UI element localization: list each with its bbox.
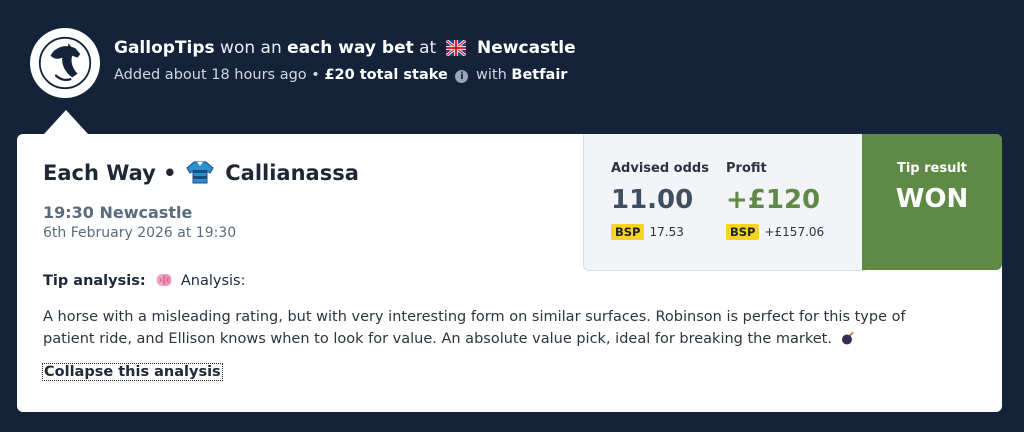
tip-headline: GallopTips won an each way bet at Newcas…	[114, 38, 576, 58]
analysis-text-block: A horse with a misleading rating, but wi…	[43, 306, 943, 350]
collapse-analysis-button[interactable]: Collapse this analysis	[42, 363, 223, 381]
result-value: WON	[895, 184, 969, 214]
bsp-badge: BSP	[726, 224, 760, 240]
tipster-avatar[interactable]	[30, 28, 100, 98]
brain-icon	[156, 274, 172, 286]
race-date: 6th February 2026 at 19:30	[43, 225, 237, 241]
profit-value: +£120	[726, 185, 821, 215]
horse-name[interactable]: Callianassa	[225, 161, 359, 185]
race-time[interactable]: 19:30 Newcastle	[43, 203, 192, 222]
total-stake: £20 total stake	[324, 67, 448, 83]
advised-odds-value: 11.00	[611, 185, 694, 215]
analysis-heading: Tip analysis: Analysis:	[43, 273, 246, 289]
won-text: won an	[220, 38, 282, 58]
tip-card: Each Way • Callianassa 19:30 Newcastle 6…	[17, 134, 1002, 412]
course-name[interactable]: Newcastle	[477, 38, 576, 58]
profit-bsp-row: BSP +£157.06	[726, 224, 824, 240]
title-separator: •	[163, 161, 177, 185]
at-text: at	[419, 38, 437, 58]
profit-bsp-value: +£157.06	[764, 225, 825, 239]
bomb-icon	[841, 331, 854, 345]
bookmaker-name[interactable]: Betfair	[511, 67, 567, 83]
odds-bsp-row: BSP 17.53	[611, 224, 684, 240]
profit-label: Profit	[726, 161, 767, 176]
advised-odds-label: Advised odds	[611, 161, 709, 176]
added-time: Added about 18 hours ago	[114, 67, 307, 83]
card-pointer	[44, 110, 88, 134]
bsp-badge: BSP	[611, 224, 645, 240]
bet-title: Each Way • Callianassa	[43, 160, 359, 185]
odds-bsp-value: 17.53	[649, 225, 684, 239]
with-text: with	[476, 67, 507, 83]
jockey-silks-icon	[186, 161, 214, 184]
horse-logo-icon	[38, 36, 92, 90]
analysis-label: Tip analysis:	[43, 273, 146, 289]
tipster-name[interactable]: GallopTips	[114, 38, 215, 58]
uk-flag-icon	[445, 40, 466, 56]
tip-meta: Added about 18 hours ago • £20 total sta…	[114, 67, 567, 83]
bet-label: Each Way	[43, 161, 156, 185]
result-label: Tip result	[896, 161, 968, 176]
analysis-text: A horse with a misleading rating, but wi…	[43, 309, 906, 347]
analysis-sub: Analysis:	[180, 273, 246, 289]
result-panel: Tip result WON	[862, 134, 1002, 270]
meta-separator: •	[311, 67, 320, 83]
info-icon[interactable]: i	[455, 70, 469, 83]
bet-type: each way bet	[287, 38, 414, 58]
stats-panel: Advised odds 11.00 BSP 17.53 Profit +£120…	[583, 134, 865, 271]
